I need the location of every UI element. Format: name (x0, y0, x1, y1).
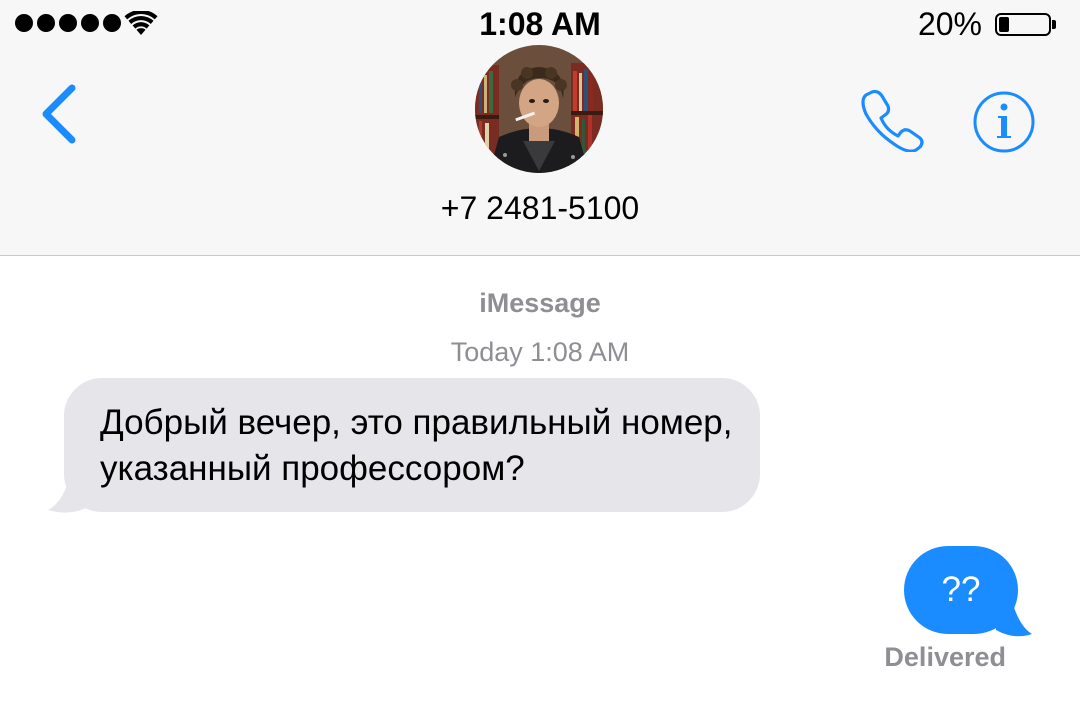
status-bar: 1:08 AM 20% (0, 0, 1080, 50)
delivery-status: Delivered (884, 642, 1006, 672)
battery-percentage: 20% (917, 6, 982, 42)
contact-phone-number[interactable]: +7 2481-5100 (0, 190, 1080, 227)
info-button[interactable] (972, 90, 1036, 154)
message-timestamp: Today 1:08 AM (450, 337, 630, 367)
contact-avatar[interactable] (475, 45, 603, 173)
phone-icon (861, 89, 924, 153)
info-circle-icon (973, 91, 1035, 153)
outgoing-message-bubble[interactable]: ?? (904, 546, 1018, 634)
incoming-message-bubble[interactable]: Добрый вечер, это правильный номер, указ… (64, 378, 760, 512)
conversation-header: 1:08 AM 20% +7 2481-5100 (0, 0, 1080, 256)
battery-level-fill (999, 17, 1009, 32)
messages-screen: 1:08 AM 20% +7 2481-5100 iMessage Today … (0, 0, 1080, 712)
contact-photo (475, 45, 603, 173)
call-button[interactable] (858, 86, 928, 153)
back-button[interactable] (36, 82, 86, 146)
battery-icon (995, 13, 1056, 36)
chevron-left-icon (42, 84, 76, 144)
service-label: iMessage (479, 288, 601, 318)
